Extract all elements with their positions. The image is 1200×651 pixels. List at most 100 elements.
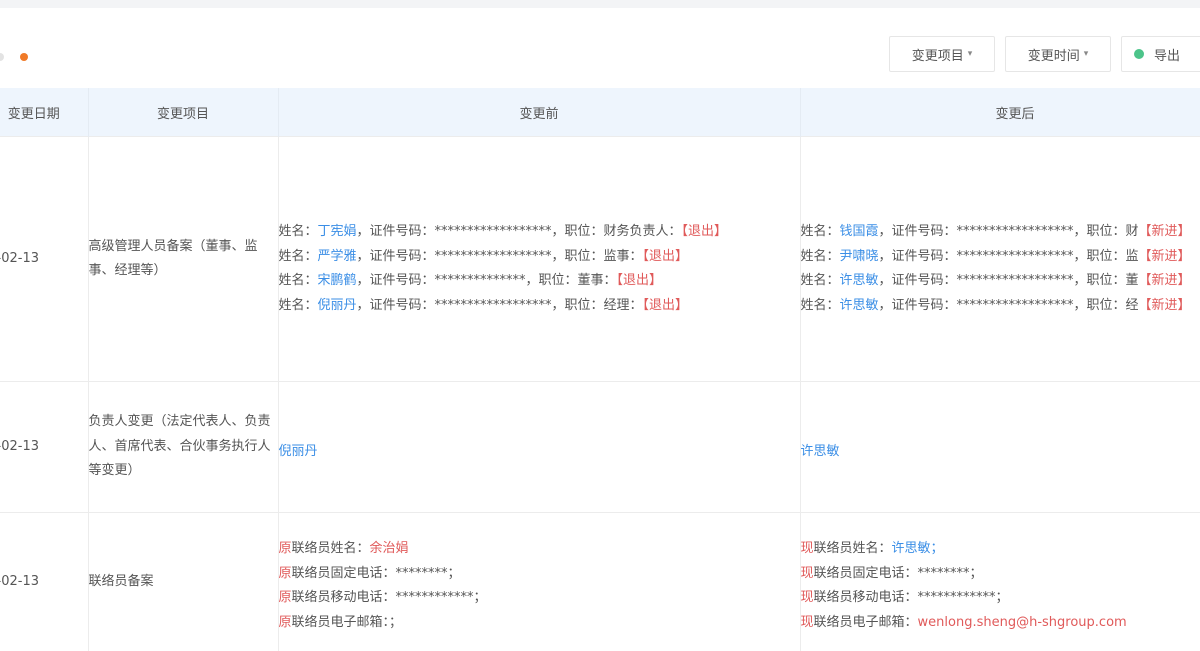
change-record-table: 变更日期 变更项目 变更前 变更后 26-02-13 高级管理人员备案（董事、监… xyxy=(0,88,1200,651)
after-cell: 现联络员姓名：许思敏； 现联络员固定电话：********； 现联络员移动电话：… xyxy=(800,513,1200,651)
new-tag: 【新进】 xyxy=(1139,224,1191,239)
contact-entry: 原联络员固定电话：********； xyxy=(279,562,800,587)
contact-value-link[interactable]: 许思敏； xyxy=(892,541,944,556)
person-entry: 姓名：许思敏，证件号码：******************，职位：经【新进】 xyxy=(801,294,1200,319)
change-item-filter-button[interactable]: 变更项目 ▾ xyxy=(889,36,995,72)
new-tag: 【新进】 xyxy=(1139,249,1191,264)
person-entry: 姓名：尹啸晓，证件号码：******************，职位：监【新进】 xyxy=(801,245,1200,270)
change-time-filter-button[interactable]: 变更时间 ▾ xyxy=(1005,36,1111,72)
column-header-item: 变更项目 xyxy=(88,88,278,137)
column-header-before: 变更前 xyxy=(278,88,800,137)
person-name-link[interactable]: 倪丽丹 xyxy=(279,444,318,459)
contact-value: 余治娟 xyxy=(370,541,409,556)
new-tag: 【新进】 xyxy=(1139,273,1191,288)
exit-tag: 【退出】 xyxy=(643,298,689,313)
person-name-link[interactable]: 严学雅 xyxy=(318,249,357,264)
person-name-link[interactable]: 许思敏 xyxy=(840,298,879,313)
contact-email-value: wenlong.sheng@h-shgroup.com xyxy=(918,615,1127,630)
original-mark: 原 xyxy=(279,615,292,630)
entry-detail: ，证件号码：******************，职位：财务负责人： xyxy=(357,224,682,239)
exit-tag: 【退出】 xyxy=(682,224,728,239)
new-tag: 【新进】 xyxy=(1139,298,1191,313)
status-dot-gray xyxy=(0,53,4,61)
person-name-link[interactable]: 许思敏 xyxy=(840,273,879,288)
column-header-after: 变更后 xyxy=(800,88,1200,137)
change-item: 高级管理人员备案（董事、监事、经理等） xyxy=(88,137,278,382)
exit-tag: 【退出】 xyxy=(643,249,689,264)
entry-prefix: 姓名： xyxy=(279,249,318,264)
before-cell: 原联络员姓名：余治娟 原联络员固定电话：********； 原联络员移动电话：*… xyxy=(278,513,800,651)
exit-tag: 【退出】 xyxy=(617,273,663,288)
entry-detail: ，证件号码：******************，职位：经 xyxy=(879,298,1139,313)
person-entry: 姓名：许思敏，证件号码：******************，职位：董【新进】 xyxy=(801,269,1200,294)
person-name-link[interactable]: 钱国霞 xyxy=(840,224,879,239)
entry-prefix: 姓名： xyxy=(801,249,840,264)
current-mark: 现 xyxy=(801,541,814,556)
contact-value: ********； xyxy=(918,566,983,581)
entry-prefix: 姓名： xyxy=(279,224,318,239)
contact-entry: 现联络员电子邮箱：wenlong.sheng@h-shgroup.com xyxy=(801,611,1200,636)
caret-down-icon: ▾ xyxy=(1084,49,1089,59)
contact-label: 联络员移动电话： xyxy=(292,590,396,605)
table-row: 26-02-13 联络员备案 原联络员姓名：余治娟 原联络员固定电话：*****… xyxy=(0,513,1200,651)
current-mark: 现 xyxy=(801,615,814,630)
contact-entry: 原联络员移动电话：************； xyxy=(279,586,800,611)
current-mark: 现 xyxy=(801,566,814,581)
contact-label: 联络员电子邮箱： xyxy=(292,615,390,630)
contact-label: 联络员电子邮箱： xyxy=(814,615,918,630)
contact-value: ********； xyxy=(396,566,461,581)
table-header-row: 变更日期 变更项目 变更前 变更后 xyxy=(0,88,1200,137)
contact-label: 联络员固定电话： xyxy=(292,566,396,581)
contact-value: ************； xyxy=(396,590,487,605)
after-cell: 姓名：钱国霞，证件号码：******************，职位：财【新进】 … xyxy=(800,137,1200,382)
contact-label: 联络员姓名： xyxy=(292,541,370,556)
contact-label: 联络员移动电话： xyxy=(814,590,918,605)
person-name-link[interactable]: 尹啸晓 xyxy=(840,249,879,264)
entry-detail: ，证件号码：******************，职位：董 xyxy=(879,273,1139,288)
export-label: 导出 xyxy=(1154,45,1180,64)
person-name-link[interactable]: 宋鹏鹤 xyxy=(318,273,357,288)
status-dot-orange xyxy=(20,53,28,61)
change-date: 26-02-13 xyxy=(0,513,88,651)
contact-entry: 现联络员固定电话：********； xyxy=(801,562,1200,587)
person-entry: 姓名：倪丽丹，证件号码：******************，职位：经理：【退出… xyxy=(279,294,800,319)
person-name-link[interactable]: 倪丽丹 xyxy=(318,298,357,313)
person-entry: 姓名：丁宪娟，证件号码：******************，职位：财务负责人：… xyxy=(279,220,800,245)
contact-entry: 原联络员电子邮箱：； xyxy=(279,611,800,636)
current-mark: 现 xyxy=(801,590,814,605)
entry-prefix: 姓名： xyxy=(279,273,318,288)
table-row: 26-02-13 负责人变更（法定代表人、负责人、首席代表、合伙事务执行人等变更… xyxy=(0,382,1200,513)
contact-value: ************； xyxy=(918,590,1009,605)
change-date: 26-02-13 xyxy=(0,137,88,382)
export-button[interactable]: 导出 xyxy=(1121,36,1200,72)
change-item-filter-label: 变更项目 xyxy=(912,45,964,64)
contact-entry: 现联络员姓名：许思敏； xyxy=(801,537,1200,562)
person-name-link[interactable]: 丁宪娟 xyxy=(318,224,357,239)
entry-detail: ，证件号码：******************，职位：监事： xyxy=(357,249,643,264)
original-mark: 原 xyxy=(279,566,292,581)
table-row: 26-02-13 高级管理人员备案（董事、监事、经理等） 姓名：丁宪娟，证件号码… xyxy=(0,137,1200,382)
person-entry: 姓名：钱国霞，证件号码：******************，职位：财【新进】 xyxy=(801,220,1200,245)
change-time-filter-label: 变更时间 xyxy=(1028,45,1080,64)
column-header-date: 变更日期 xyxy=(0,88,88,137)
entry-detail: ，证件号码：******************，职位：监 xyxy=(879,249,1139,264)
person-entry: 姓名：严学雅，证件号码：******************，职位：监事：【退出… xyxy=(279,245,800,270)
entry-prefix: 姓名： xyxy=(801,224,840,239)
person-entry: 姓名：宋鹏鹤，证件号码：**************，职位：董事：【退出】 xyxy=(279,269,800,294)
contact-entry: 原联络员姓名：余治娟 xyxy=(279,537,800,562)
contact-value: ； xyxy=(389,615,402,630)
after-cell: 许思敏 xyxy=(800,382,1200,513)
original-mark: 原 xyxy=(279,541,292,556)
entry-prefix: 姓名： xyxy=(801,273,840,288)
entry-prefix: 姓名： xyxy=(279,298,318,313)
entry-detail: ，证件号码：******************，职位：财 xyxy=(879,224,1139,239)
export-icon xyxy=(1134,49,1144,59)
change-item: 负责人变更（法定代表人、负责人、首席代表、合伙事务执行人等变更） xyxy=(88,382,278,513)
top-strip xyxy=(0,0,1200,8)
toolbar: 变更项目 ▾ 变更时间 ▾ 导出 xyxy=(0,8,1200,88)
contact-label: 联络员固定电话： xyxy=(814,566,918,581)
contact-entry: 现联络员移动电话：************； xyxy=(801,586,1200,611)
person-name-link[interactable]: 许思敏 xyxy=(801,444,840,459)
original-mark: 原 xyxy=(279,590,292,605)
before-cell: 倪丽丹 xyxy=(278,382,800,513)
